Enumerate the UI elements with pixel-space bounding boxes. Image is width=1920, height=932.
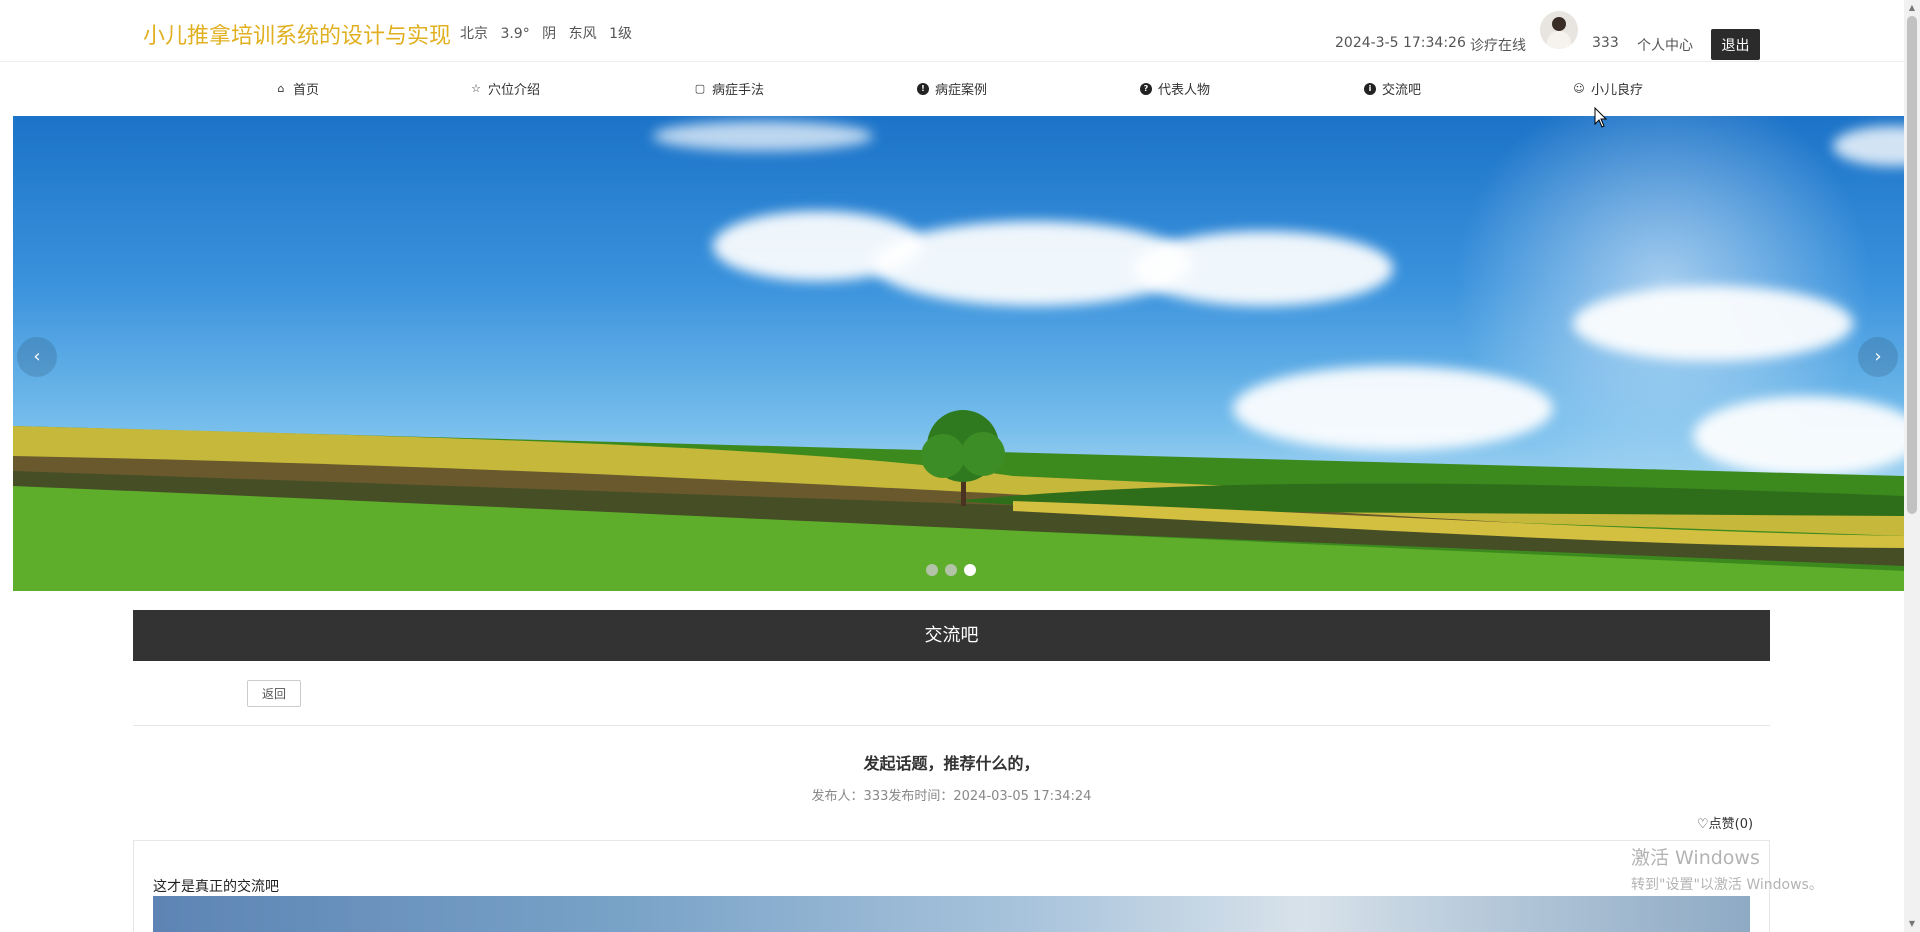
nav-item-label: 首页 — [293, 83, 320, 98]
carousel-prev-button[interactable]: ‹ — [17, 337, 57, 377]
nav-item-label: 穴位介绍 — [488, 83, 541, 98]
home-icon: ⌂ — [277, 81, 285, 95]
online-consult-link[interactable]: 诊疗在线 — [1470, 35, 1526, 55]
weather-widget: 北京 3.9° 阴 东风 1级 — [460, 23, 640, 43]
nav-item-forum[interactable]: i 交流吧 — [1364, 79, 1421, 98]
nav-item-label: 交流吧 — [1382, 83, 1422, 98]
weather-city: 北京 — [460, 26, 488, 42]
avatar-body — [1547, 31, 1571, 49]
nav-item-label: 代表人物 — [1158, 83, 1211, 98]
page-scrollbar[interactable]: ▲ ▼ — [1904, 0, 1920, 932]
bag-icon: ▢ — [694, 81, 706, 95]
weather-wind-level: 1级 — [609, 26, 632, 42]
carousel-dot-active[interactable] — [964, 564, 976, 576]
carousel-dot[interactable] — [926, 564, 938, 576]
main-nav: ⌂ 首页 ☆ 穴位介绍 ▢ 病症手法 ! 病症案例 ? 代表人物 i 交流吧 ☺… — [0, 63, 1904, 115]
post-body-text: 这才是真正的交流吧 — [153, 879, 279, 895]
watermark-line1: 激活 Windows — [1631, 847, 1760, 869]
scroll-down-arrow-icon[interactable]: ▼ — [1904, 916, 1920, 932]
scroll-up-arrow-icon[interactable]: ▲ — [1904, 0, 1920, 16]
logout-button[interactable]: 退出 — [1711, 29, 1760, 60]
windows-activation-watermark: 激活 Windows 转到"设置"以激活 Windows。 — [1631, 843, 1823, 894]
watermark-line2: 转到"设置"以激活 Windows。 — [1631, 877, 1823, 893]
carousel-indicators — [926, 564, 983, 576]
current-datetime: 2024-3-5 17:34:26 — [1335, 35, 1466, 51]
carousel-next-button[interactable]: › — [1858, 337, 1898, 377]
mouse-cursor-icon — [1594, 107, 1608, 128]
nav-item-techniques[interactable]: ▢ 病症手法 — [694, 79, 764, 98]
nav-item-home[interactable]: ⌂ 首页 — [275, 79, 320, 98]
section-title-bar: 交流吧 — [133, 610, 1770, 661]
star-icon: ☆ — [471, 81, 481, 95]
nav-item-therapy[interactable]: ☺ 小儿良疗 — [1573, 79, 1643, 98]
header: 小儿推拿培训系统的设计与实现 北京 3.9° 阴 东风 1级 2024-3-5 … — [0, 0, 1904, 62]
question-icon: ? — [1140, 82, 1152, 95]
site-title[interactable]: 小儿推拿培训系统的设计与实现 — [143, 18, 451, 50]
like-button[interactable]: ♡点赞(0) — [1697, 813, 1753, 832]
scrollbar-thumb[interactable] — [1907, 16, 1917, 514]
carousel-dot[interactable] — [945, 564, 957, 576]
nav-item-label: 病症手法 — [712, 83, 765, 98]
post-meta: 发布人：333发布时间：2024-03-05 17:34:24 — [811, 789, 1092, 804]
like-label: 点赞(0) — [1708, 817, 1754, 832]
info-icon: i — [1364, 82, 1376, 95]
back-button[interactable]: 返回 — [247, 680, 301, 707]
post-image — [153, 896, 1750, 932]
heart-icon: ♡ — [1697, 817, 1709, 832]
avatar-head — [1552, 17, 1566, 31]
nav-item-label: 病症案例 — [935, 83, 988, 98]
nav-item-figures[interactable]: ? 代表人物 — [1140, 79, 1210, 98]
smile-icon: ☺ — [1573, 81, 1585, 95]
weather-temp: 3.9° — [500, 26, 530, 42]
divider — [133, 725, 1770, 726]
weather-wind-dir: 东风 — [568, 26, 597, 42]
weather-condition: 阴 — [542, 26, 557, 42]
nav-item-label: 小儿良疗 — [1591, 83, 1644, 98]
profile-link[interactable]: 个人中心 — [1637, 35, 1693, 55]
banner-carousel: ‹ › — [13, 116, 1904, 591]
avatar[interactable] — [1540, 11, 1578, 49]
post-title: 发起话题，推荐什么的， — [863, 754, 1040, 773]
banner-landscape — [13, 410, 1904, 591]
nav-item-cases[interactable]: ! 病症案例 — [917, 79, 987, 98]
username: 333 — [1592, 35, 1619, 51]
exclamation-icon: ! — [917, 82, 929, 95]
nav-item-acupoints[interactable]: ☆ 穴位介绍 — [470, 79, 540, 98]
